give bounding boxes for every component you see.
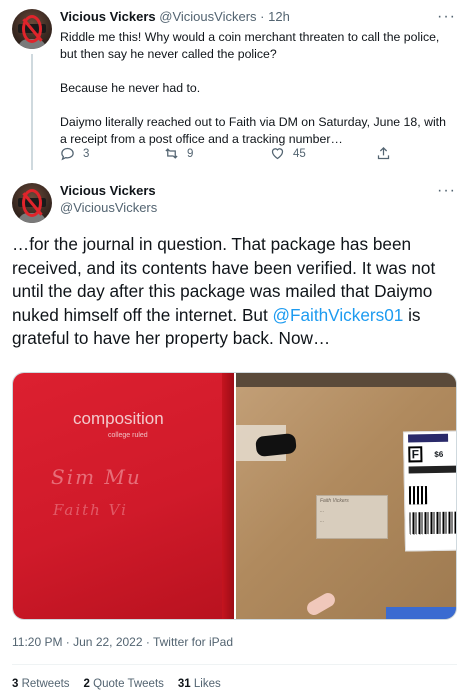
author-name[interactable]: Vicious Vickers (60, 183, 156, 198)
notebook-title: composition (73, 409, 164, 428)
tweet-text: Riddle me this! Why would a coin merchan… (60, 29, 456, 148)
tweet-stats: 3 Retweets 2 Quote Tweets 31 Likes (12, 678, 221, 690)
retweet-count: 9 (187, 147, 194, 160)
tweet-media[interactable]: composition college ruled Sim Mu Faith V… (12, 372, 457, 620)
separator: · (260, 9, 265, 24)
likes-label: Likes (193, 678, 221, 690)
notebook-scrawl: Faith Vi (53, 501, 128, 519)
usps-logo (408, 433, 449, 443)
author-name[interactable]: Vicious Vickers (60, 9, 156, 24)
reply-icon (61, 147, 74, 161)
package-photo[interactable]: Faith Vickers ... ... F $6 (236, 373, 456, 619)
hand (304, 590, 338, 618)
quotes-label: Quote Tweets (93, 678, 164, 690)
tweet-paragraph: Because he never had to. (60, 81, 201, 95)
no-sign-icon (22, 189, 42, 217)
notebook-spine (222, 373, 234, 619)
reply-count: 3 (83, 147, 90, 160)
postage-price: $6 (434, 449, 444, 459)
tweet-timestamp[interactable]: 11:20 PM · Jun 22, 2022 · Twitter for iP… (12, 635, 233, 649)
retweet-button[interactable]: 9 (164, 146, 193, 161)
postage-class: F (408, 446, 423, 463)
address-line: Faith Vickers (320, 498, 349, 504)
author-handle[interactable]: @ViciousVickers (60, 200, 157, 215)
tweet-paragraph: Riddle me this! Why would a coin merchan… (60, 30, 440, 61)
share-icon (377, 146, 390, 160)
notebook-photo[interactable]: composition college ruled Sim Mu Faith V… (13, 373, 234, 619)
divider (12, 664, 457, 665)
mention-link[interactable]: @FaithVickers01 (273, 305, 404, 325)
avatar[interactable] (12, 9, 52, 49)
barcode (409, 511, 456, 535)
package-brand-strip (386, 607, 456, 619)
like-button[interactable]: 45 (270, 146, 306, 161)
no-sign-icon (22, 15, 42, 43)
thread-line (31, 54, 33, 170)
tweet-actions: 3 9 45 (60, 146, 400, 162)
avatar[interactable] (12, 183, 52, 223)
tweet-time[interactable]: 12h (268, 9, 290, 24)
address-line: ... (320, 508, 325, 514)
tweet-header: Vicious Vickers @ViciousVickers · 12h (60, 9, 290, 24)
quotes-stat[interactable]: 2 Quote Tweets (84, 678, 164, 690)
tweet-paragraph: Daiymo literally reached out to Faith vi… (60, 115, 446, 146)
redaction-mark (255, 432, 297, 458)
retweets-stat[interactable]: 3 Retweets (12, 678, 70, 690)
notebook-subtitle: college ruled (108, 432, 148, 439)
more-icon[interactable]: ··· (437, 183, 456, 199)
heart-icon (271, 148, 284, 160)
more-icon[interactable]: ··· (437, 9, 456, 25)
notebook-scrawl: Sim Mu (51, 465, 142, 489)
likes-stat[interactable]: 31 Likes (178, 678, 221, 690)
tweet-text: …for the journal in question. That packa… (12, 233, 462, 351)
reply-button[interactable]: 3 (60, 146, 89, 161)
like-count: 45 (293, 147, 306, 160)
first-class-bar (408, 465, 456, 474)
likes-count: 31 (177, 678, 191, 690)
author-handle[interactable]: @ViciousVickers (159, 9, 256, 24)
retweet-icon (165, 148, 178, 159)
address-line: ... (320, 518, 325, 524)
quotes-count: 2 (83, 678, 90, 690)
postage-label: F $6 (402, 430, 456, 552)
qr-code (408, 486, 428, 505)
share-button[interactable] (376, 146, 391, 161)
address-label: Faith Vickers ... ... (316, 495, 388, 539)
background-strip (236, 373, 456, 387)
retweets-label: Retweets (21, 678, 70, 690)
retweets-count: 3 (12, 678, 19, 690)
